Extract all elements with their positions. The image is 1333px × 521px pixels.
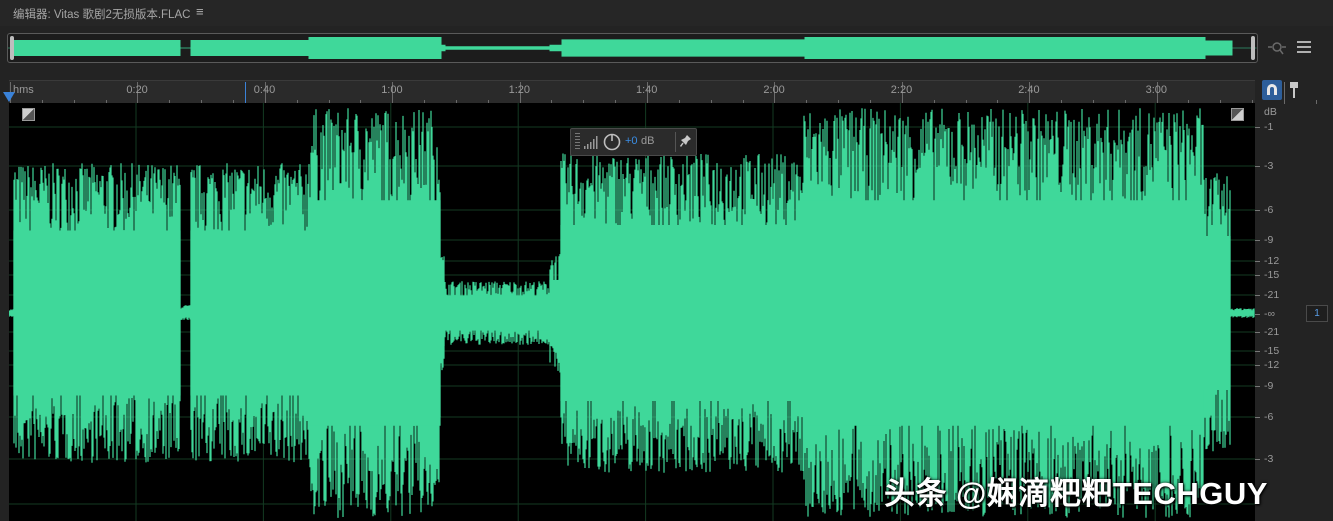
- db-scale-label: -3: [1264, 160, 1274, 172]
- overview-range-end-handle[interactable]: [1251, 36, 1255, 60]
- gain-value[interactable]: +0: [625, 135, 638, 147]
- db-scale-tick: [1255, 351, 1260, 352]
- waveform-display[interactable]: [9, 103, 1255, 521]
- db-scale-tick: [1255, 332, 1260, 333]
- ruler-time-label: 3:00: [1145, 84, 1168, 96]
- pin-icon[interactable]: [1289, 81, 1299, 99]
- db-scale-label: -9: [1264, 234, 1274, 246]
- zoom-icon[interactable]: [1267, 38, 1287, 56]
- db-scale-tick: [1255, 365, 1260, 366]
- ruler-tick: [1315, 100, 1317, 104]
- ruler-time-label: 1:40: [636, 84, 658, 96]
- fade-in-handle[interactable]: [22, 108, 35, 121]
- hud-drag-grip[interactable]: [575, 133, 580, 151]
- ruler-time-label: 1:20: [508, 84, 531, 96]
- ruler-time-label: 2:20: [890, 84, 913, 96]
- overview-trace: [8, 37, 1257, 59]
- db-scale-header: dB: [1264, 106, 1277, 118]
- pin-icon[interactable]: [680, 134, 692, 150]
- db-scale-tick: [1255, 314, 1260, 315]
- menu-icon[interactable]: ≡: [196, 4, 204, 19]
- db-scale-label: -15: [1264, 269, 1280, 281]
- db-scale: dB -1 -3 -6 -9 -12 -15 -21 -∞ -21 -15 -12 -9 -6 -3: [1255, 103, 1305, 521]
- overview-waveform: [8, 37, 1257, 59]
- channel-badge[interactable]: 1: [1306, 305, 1328, 322]
- ruler-time-label: 0:40: [253, 84, 276, 96]
- db-scale-label: -1: [1264, 121, 1274, 133]
- overview-range-start-handle[interactable]: [10, 36, 14, 60]
- db-scale-tick: [1255, 275, 1260, 276]
- snap-icon[interactable]: [1262, 80, 1282, 100]
- ruler-tick: [1284, 82, 1285, 104]
- db-scale-tick: [1255, 127, 1260, 128]
- db-scale-label: -21: [1264, 289, 1280, 301]
- time-ruler[interactable]: hms 0:20 0:40 1:00 1:20 1:40 2:00 2:20 2:40 3:00: [9, 80, 1317, 104]
- waveform-core: [9, 200, 1255, 426]
- db-scale-label: -12: [1264, 359, 1280, 371]
- ruler-time-label: 2:00: [763, 84, 785, 96]
- playhead-marker[interactable]: [3, 92, 15, 102]
- db-scale-label: -∞: [1264, 308, 1275, 320]
- db-scale-tick: [1255, 386, 1260, 387]
- db-scale-tick: [1255, 459, 1260, 460]
- ruler-time-label: 0:20: [126, 84, 148, 96]
- time-unit-label: hms: [13, 84, 34, 96]
- fade-out-handle[interactable]: [1231, 108, 1244, 121]
- ruler-time-label: 1:00: [381, 84, 403, 96]
- db-scale-label: -6: [1264, 411, 1274, 423]
- db-scale-tick: [1255, 261, 1260, 262]
- db-scale-label: -3: [1264, 453, 1274, 465]
- db-scale-tick: [1255, 210, 1260, 211]
- db-scale-label: -21: [1264, 326, 1280, 338]
- editor-title: 编辑器: Vitas 歌剧2无损版本.FLAC: [13, 9, 191, 21]
- meter-icon: [584, 136, 598, 149]
- list-icon[interactable]: [1297, 40, 1311, 54]
- knob-icon[interactable]: [603, 133, 621, 151]
- waveform-canvas: [9, 103, 1255, 521]
- ruler-time-label: 2:40: [1018, 84, 1040, 96]
- volume-hud: +0 dB: [570, 128, 697, 156]
- db-scale-label: -12: [1264, 255, 1280, 267]
- hud-divider: [675, 132, 676, 152]
- db-scale-tick: [1255, 417, 1260, 418]
- db-scale-label: -6: [1264, 204, 1274, 216]
- view-marker-line: [245, 82, 246, 104]
- db-scale-label: -15: [1264, 345, 1280, 357]
- waveform-overview[interactable]: [7, 33, 1258, 63]
- db-scale-tick: [1255, 240, 1260, 241]
- gain-unit: dB: [641, 135, 655, 147]
- db-scale-label: -9: [1264, 380, 1274, 392]
- db-scale-tick: [1255, 295, 1260, 296]
- db-scale-tick: [1255, 166, 1260, 167]
- watermark: 头条 @娴滴粑粑TECHGUY: [884, 476, 1268, 511]
